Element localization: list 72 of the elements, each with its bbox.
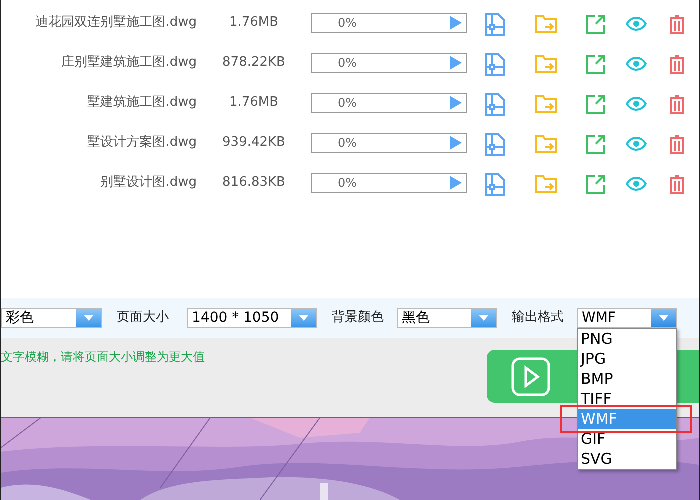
blueprint-file-icon[interactable] — [485, 92, 505, 116]
dropdown-arrow-button[interactable] — [651, 309, 676, 327]
open-external-icon[interactable] — [586, 134, 605, 154]
dropdown-option[interactable]: PNG — [578, 329, 676, 349]
file-name: 墅建筑施工图.dwg — [86, 94, 197, 112]
play-icon — [511, 356, 551, 396]
play-icon[interactable] — [450, 136, 462, 150]
dropdown-option[interactable]: JPG — [578, 349, 676, 369]
dropdown-option[interactable]: SVG — [578, 449, 676, 469]
caret-icon — [84, 315, 94, 321]
trash-icon[interactable] — [669, 94, 685, 114]
folder-arrow-icon[interactable] — [535, 135, 557, 153]
play-icon[interactable] — [450, 176, 462, 190]
open-external-icon[interactable] — [586, 54, 605, 74]
dropdown-value: 黑色 — [401, 309, 431, 327]
file-name: 庄别墅建筑施工图.dwg — [60, 54, 197, 72]
eye-icon[interactable] — [626, 137, 647, 151]
dropdown-field[interactable]: WMF — [577, 308, 677, 328]
folder-arrow-icon[interactable] — [535, 95, 557, 113]
dropdown-option[interactable]: TIFF — [578, 389, 676, 409]
play-icon[interactable] — [450, 56, 462, 70]
open-external-icon[interactable] — [586, 174, 605, 194]
dropdown-field[interactable]: 彩色 — [1, 308, 102, 328]
dropdown-option[interactable]: GIF — [578, 429, 676, 449]
dropdown-value: 1400 * 1050 — [191, 309, 280, 327]
open-external-icon[interactable] — [586, 14, 605, 34]
eye-icon[interactable] — [626, 97, 647, 111]
folder-arrow-icon[interactable] — [535, 55, 557, 73]
eye-icon[interactable] — [626, 57, 647, 71]
file-name: 墅设计方案图.dwg — [86, 134, 197, 152]
caret-icon — [298, 315, 308, 321]
folder-arrow-icon[interactable] — [535, 175, 557, 193]
file-name: 迪花园双连别墅施工图.dwg — [34, 14, 197, 32]
field-label: 页面大小 — [117, 309, 170, 328]
caret-icon — [478, 315, 488, 321]
progress-text: 0% — [338, 95, 358, 112]
field-label: 输出格式 — [512, 309, 565, 328]
open-external-icon[interactable] — [586, 94, 605, 114]
file-size: 816.83KB — [222, 174, 286, 192]
trash-icon[interactable] — [669, 174, 685, 194]
folder-arrow-icon[interactable] — [535, 15, 557, 33]
file-size: 878.22KB — [222, 54, 286, 72]
trash-icon[interactable] — [669, 54, 685, 74]
file-name: 别墅设计图.dwg — [100, 174, 197, 192]
dropdown-value: 彩色 — [5, 309, 35, 327]
dropdown-option[interactable]: BMP — [578, 369, 676, 389]
eye-icon[interactable] — [626, 177, 647, 191]
blueprint-file-icon[interactable] — [485, 132, 505, 156]
hint-text: 文字模糊，请将页面大小调整为更大值 — [1, 349, 205, 366]
blueprint-file-icon[interactable] — [485, 12, 505, 36]
play-icon[interactable] — [450, 96, 462, 110]
progress-text: 0% — [338, 15, 358, 32]
dropdown-field[interactable]: 黑色 — [397, 308, 497, 328]
progress-text: 0% — [338, 55, 358, 72]
dropdown-arrow-button[interactable] — [471, 309, 496, 327]
dropdown-arrow-button[interactable] — [291, 309, 316, 327]
caret-icon — [658, 315, 668, 321]
trash-icon[interactable] — [669, 14, 685, 34]
dropdown-value: WMF — [581, 309, 617, 327]
field-label: 背景颜色 — [332, 309, 385, 328]
file-size: 939.42KB — [222, 134, 286, 152]
file-size: 1.76MB — [228, 94, 280, 112]
dropdown-field[interactable]: 1400 * 1050 — [187, 308, 317, 328]
play-icon[interactable] — [450, 16, 462, 30]
eye-icon[interactable] — [626, 17, 647, 31]
file-size: 1.76MB — [228, 14, 280, 32]
blueprint-file-icon[interactable] — [485, 172, 505, 196]
progress-text: 0% — [338, 135, 358, 152]
dropdown-arrow-button[interactable] — [76, 309, 101, 327]
trash-icon[interactable] — [669, 134, 685, 154]
blueprint-file-icon[interactable] — [485, 52, 505, 76]
progress-text: 0% — [338, 175, 358, 192]
